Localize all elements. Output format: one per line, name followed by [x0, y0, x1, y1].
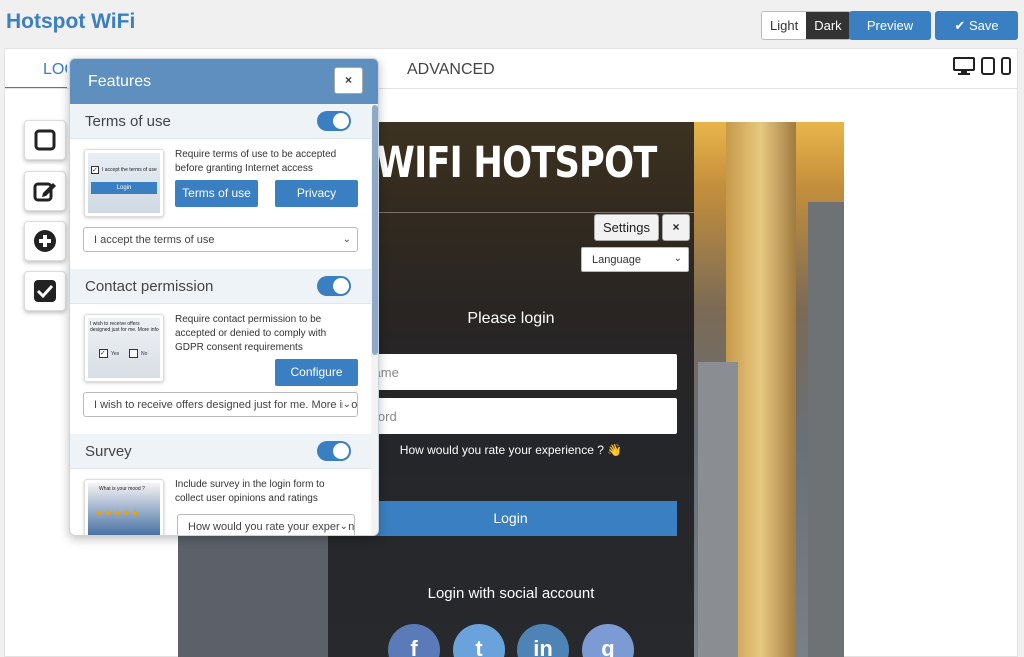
password-field[interactable]: sword	[344, 398, 677, 434]
theme-light-button[interactable]: Light	[762, 12, 807, 39]
terms-description: Require terms of use to be accepted befo…	[175, 149, 337, 174]
login-button[interactable]: Login	[344, 501, 677, 536]
survey-select-value: How would you rate your experience	[188, 521, 355, 533]
features-title: Features	[88, 73, 152, 90]
desktop-icon[interactable]	[953, 57, 975, 75]
thumb-checkbox: ✓	[91, 166, 99, 174]
thumb-login-button: Login	[91, 182, 157, 194]
edit-tool-button[interactable]	[24, 171, 66, 211]
close-element-button[interactable]: ×	[662, 214, 690, 241]
background-building	[698, 362, 738, 657]
section-terms-header: Terms of use	[70, 104, 371, 139]
section-survey-header: Survey	[70, 434, 371, 469]
features-scrollbar-thumb[interactable]	[372, 105, 378, 355]
square-icon	[34, 129, 56, 151]
contact-thumbnail: I wish to receive offers designed just f…	[84, 314, 164, 382]
phone-icon[interactable]	[1001, 57, 1011, 75]
survey-thumbnail: What is your mood ? ★★★★★	[84, 479, 164, 535]
theme-dark-button[interactable]: Dark	[806, 12, 850, 39]
thumb-no-checkbox	[129, 349, 138, 358]
section-survey-title: Survey	[85, 443, 132, 460]
terms-select-value: I accept the terms of use	[94, 234, 215, 246]
language-select-value: Language	[592, 254, 641, 266]
top-bar: Hotspot WiFi Light Dark Preview ✔ Save	[0, 0, 1024, 46]
thumb-yes-checkbox: ✓	[99, 349, 108, 358]
section-contact-header: Contact permission	[70, 269, 371, 304]
thumb-terms-text: I accept the terms of use	[102, 167, 157, 173]
terms-toggle[interactable]	[317, 111, 351, 131]
contact-toggle[interactable]	[317, 276, 351, 296]
settings-button[interactable]: Settings	[594, 214, 659, 241]
edit-icon	[33, 182, 56, 202]
theme-toggle[interactable]: Light Dark	[761, 11, 851, 40]
social-login-heading: Login with social account	[427, 585, 595, 602]
checkbox-icon	[34, 280, 56, 302]
contact-select-value: I wish to receive offers designed just f…	[94, 399, 358, 411]
device-switcher	[953, 57, 1011, 75]
square-tool-button[interactable]	[24, 120, 66, 160]
tab-login[interactable]: LOG	[5, 49, 67, 89]
terms-of-use-button[interactable]: Terms of use	[175, 180, 258, 207]
contact-description: Require contact permission to be accepte…	[175, 314, 327, 353]
checkbox-tool-button[interactable]	[24, 271, 66, 311]
star-icon: ★★★★★	[95, 508, 141, 518]
section-contact-title: Contact permission	[85, 278, 214, 295]
survey-toggle[interactable]	[317, 441, 351, 461]
hotspot-logo: WIFI HOTSPOT	[376, 132, 666, 194]
chevron-down-icon: ⌄	[339, 521, 348, 532]
terms-select[interactable]: I accept the terms of use ⌄	[83, 227, 358, 252]
save-label: Save	[968, 18, 999, 33]
configure-button[interactable]: Configure	[275, 359, 358, 386]
logo-divider	[340, 212, 694, 213]
survey-description: Include survey in the login form to coll…	[175, 479, 325, 504]
please-login-heading: Please login	[467, 310, 555, 327]
contact-select[interactable]: I wish to receive offers designed just f…	[83, 392, 358, 417]
add-tool-button[interactable]	[24, 221, 66, 261]
terms-thumbnail: ✓ I accept the terms of use Login	[84, 149, 164, 217]
save-button[interactable]: ✔ Save	[935, 11, 1018, 40]
section-terms-title: Terms of use	[85, 113, 171, 130]
tab-advanced[interactable]: ADVANCED	[407, 61, 495, 79]
background-building	[808, 202, 844, 657]
rate-question: How would you rate your experience ? 👋	[399, 443, 623, 457]
preview-button[interactable]: Preview	[849, 11, 931, 40]
thumb-yes-label: Yes	[111, 351, 120, 357]
plus-circle-icon	[34, 230, 56, 252]
features-close-button[interactable]: ×	[334, 67, 363, 94]
chevron-down-icon: ⌄	[342, 234, 351, 245]
survey-select[interactable]: How would you rate your experience ⌄	[177, 514, 355, 535]
features-header: Features ×	[70, 59, 378, 104]
thumb-contact-text: I wish to receive offers designed just f…	[90, 321, 159, 333]
check-icon: ✔	[954, 18, 966, 33]
tablet-icon[interactable]	[981, 57, 995, 75]
thumb-no-label: No	[141, 351, 148, 357]
privacy-button[interactable]: Privacy	[275, 180, 358, 207]
features-panel: Features × Terms of use ✓ I accept the t…	[69, 58, 379, 536]
app-title: Hotspot WiFi	[6, 10, 136, 33]
language-select[interactable]: Language ⌄	[581, 247, 689, 272]
thumb-survey-text: What is your mood ?	[99, 486, 145, 492]
chevron-down-icon: ⌄	[673, 253, 682, 264]
logo-text: WIFI HOTSPOT	[376, 138, 657, 188]
username-field[interactable]: rname	[344, 354, 677, 390]
chevron-down-icon: ⌄	[342, 399, 351, 410]
